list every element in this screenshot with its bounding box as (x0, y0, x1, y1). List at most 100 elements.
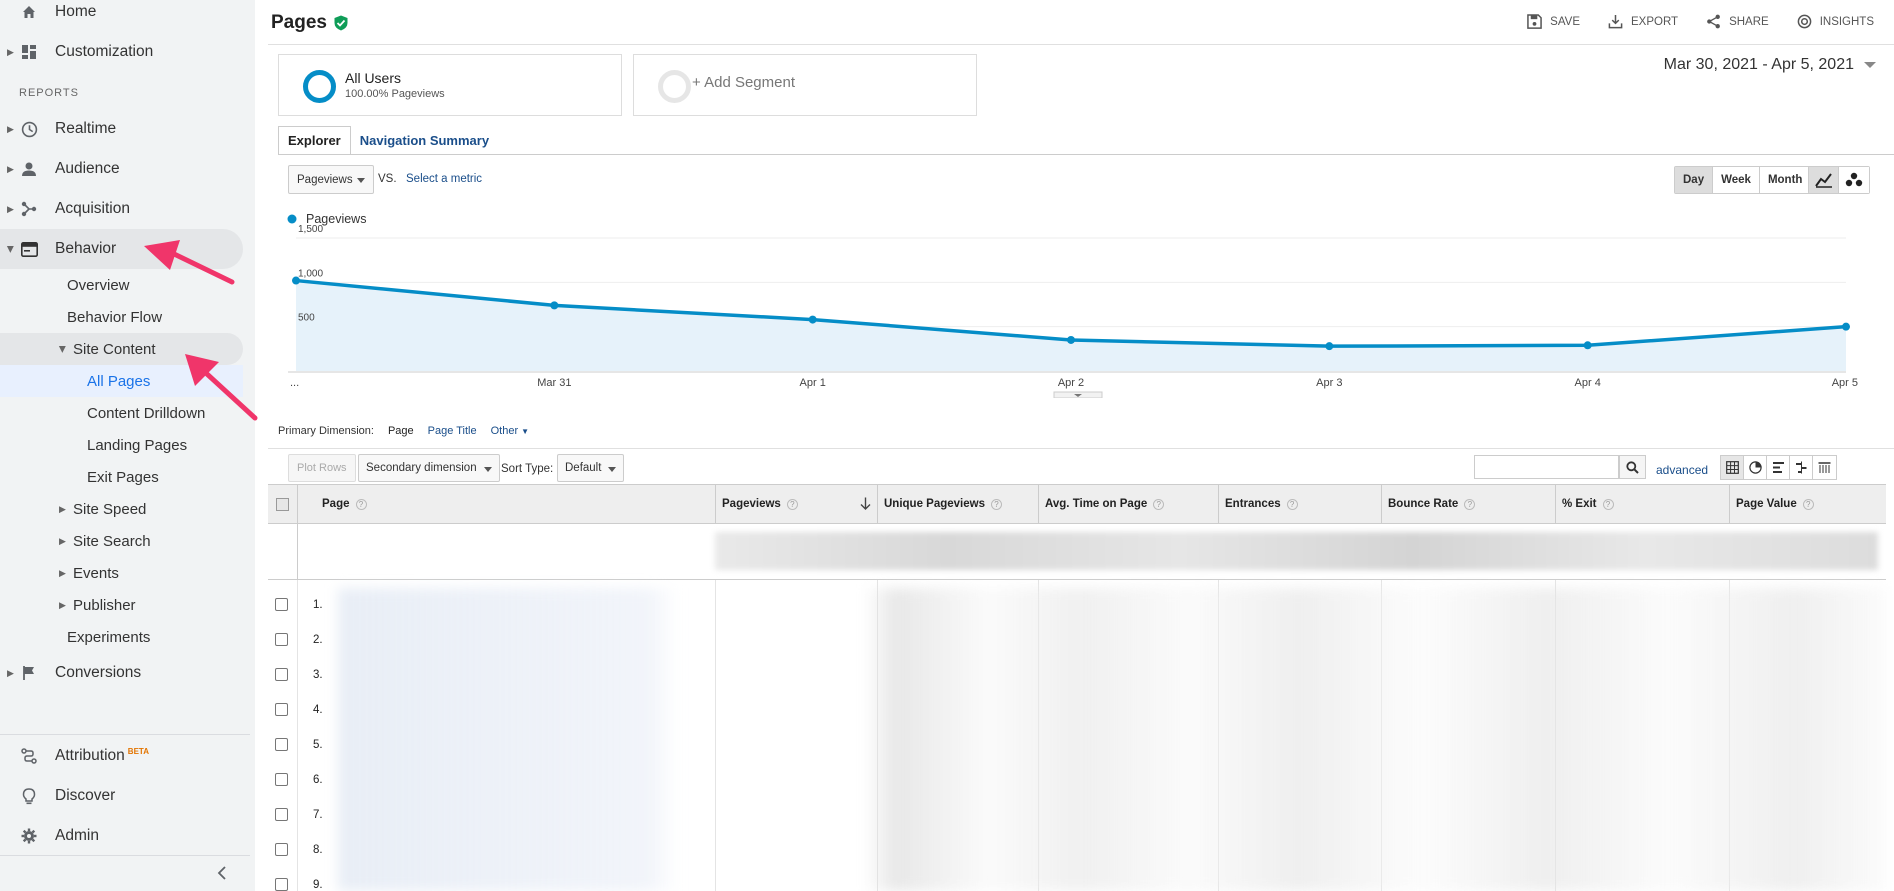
chevron-down-icon (483, 467, 492, 472)
sidebar-item-overview[interactable]: Overview (67, 269, 130, 301)
tab-explorer[interactable]: Explorer (278, 126, 351, 155)
help-icon[interactable]: ? (786, 498, 798, 510)
help-icon[interactable]: ? (1602, 498, 1614, 510)
sidebar-item-admin[interactable]: Admin (0, 816, 243, 856)
sidebar-item-content-drilldown[interactable]: Content Drilldown (87, 397, 205, 429)
sidebar-item-site-search[interactable]: ▶ Site Search (0, 525, 243, 557)
collapse-sidebar-icon[interactable] (216, 866, 228, 885)
tab-label: Navigation Summary (359, 133, 490, 148)
export-button[interactable]: EXPORT (1608, 14, 1678, 29)
sidebar-item-home[interactable]: Home (0, 0, 243, 32)
sidebar-item-landing-pages[interactable]: Landing Pages (87, 429, 187, 461)
dimension-page-title[interactable]: Page Title (428, 425, 477, 437)
column-header-page[interactable]: Page? (297, 485, 715, 523)
sidebar-item-label: Attribution (55, 747, 125, 765)
sidebar-item-label: Behavior (55, 240, 117, 257)
chart: Pageviews 1,500 1,000 500... Mar 31 Apr 1 Apr … (268, 208, 1894, 399)
x-tick-label: Apr 4 (1575, 377, 1601, 389)
advanced-filter-link[interactable]: advanced (1656, 463, 1708, 477)
select-all-checkbox[interactable] (276, 497, 289, 511)
date-range-picker[interactable]: Mar 30, 2021 - Apr 5, 2021 (1664, 56, 1876, 74)
row-checkbox[interactable] (275, 668, 288, 681)
row-checkbox[interactable] (275, 598, 288, 611)
save-icon (1527, 14, 1542, 29)
column-header-pageviews[interactable]: Pageviews? (715, 485, 877, 523)
column-header-page-value[interactable]: Page Value? (1729, 485, 1886, 523)
motion-chart-button[interactable] (1839, 167, 1869, 193)
row-checkbox[interactable] (275, 843, 288, 856)
sidebar-item-conversions[interactable]: ▶ Conversions (0, 653, 243, 693)
sidebar-item-experiments[interactable]: Experiments (67, 621, 150, 653)
sidebar-item-realtime[interactable]: ▶ Realtime (0, 109, 243, 149)
insights-button[interactable]: INSIGHTS (1797, 14, 1874, 29)
row-checkbox[interactable] (275, 703, 288, 716)
sidebar-item-behavior[interactable]: ▶ Behavior (0, 229, 243, 269)
period-day-button[interactable]: Day (1675, 167, 1714, 193)
column-header-exit[interactable]: % Exit? (1555, 485, 1729, 523)
segment-all-users[interactable]: All Users 100.00% Pageviews (278, 54, 622, 116)
help-icon[interactable]: ? (990, 498, 1002, 510)
y-tick-label: 500 (298, 313, 315, 324)
home-icon (20, 3, 38, 21)
help-icon[interactable]: ? (1153, 498, 1165, 510)
sidebar-item-customization[interactable]: ▶ Customization (0, 32, 243, 72)
sidebar-item-behavior-flow[interactable]: Behavior Flow (67, 301, 162, 333)
add-segment-button[interactable]: + Add Segment (633, 54, 977, 116)
line-chart-button[interactable] (1809, 167, 1839, 193)
column-header-unique-pageviews[interactable]: Unique Pageviews? (877, 485, 1038, 523)
column-header-entrances[interactable]: Entrances? (1218, 485, 1381, 523)
share-icon (1707, 14, 1720, 29)
column-header-avg-time-on-page[interactable]: Avg. Time on Page? (1038, 485, 1218, 523)
view-performance-button[interactable] (1767, 456, 1790, 479)
sidebar-item-discover[interactable]: Discover (0, 776, 243, 816)
secondary-dimension-select[interactable]: Secondary dimension (358, 454, 500, 482)
save-button[interactable]: SAVE (1527, 14, 1580, 29)
row-checkbox[interactable] (275, 773, 288, 786)
table-search-button[interactable] (1619, 455, 1646, 479)
x-tick-label: Apr 3 (1316, 377, 1342, 389)
legend-marker (287, 214, 297, 224)
row-checkbox[interactable] (275, 878, 288, 891)
share-button[interactable]: SHARE (1706, 14, 1769, 29)
metric-select[interactable]: Pageviews (288, 165, 374, 194)
help-icon[interactable]: ? (1464, 498, 1476, 510)
sidebar-item-site-speed[interactable]: ▶ Site Speed (0, 493, 243, 525)
segment-subtitle: 100.00% Pageviews (345, 88, 445, 100)
sidebar-item-events[interactable]: ▶ Events (0, 557, 243, 589)
table-row: 5. (268, 728, 1886, 763)
sidebar-item-exit-pages[interactable]: Exit Pages (87, 461, 159, 493)
table-totals-row (268, 524, 1886, 580)
sidebar-item-all-pages[interactable]: All Pages (0, 365, 243, 397)
select-metric-link[interactable]: Select a metric (406, 173, 482, 185)
plot-rows-button[interactable]: Plot Rows (288, 454, 356, 482)
data-point (550, 301, 559, 310)
dimension-page[interactable]: Page (388, 425, 414, 437)
row-checkbox[interactable] (275, 633, 288, 646)
view-data-table-button[interactable] (1721, 456, 1744, 479)
period-week-button[interactable]: Week (1713, 167, 1760, 193)
sidebar-item-site-content[interactable]: ▶ Site Content (0, 333, 243, 365)
sidebar-item-acquisition[interactable]: ▶ Acquisition (0, 189, 243, 229)
sidebar-item-label: Acquisition (55, 200, 130, 217)
dimension-other[interactable]: Other ▼ (491, 425, 530, 437)
table-search-input[interactable] (1474, 455, 1619, 479)
row-checkbox[interactable] (275, 808, 288, 821)
help-icon[interactable]: ? (1286, 498, 1298, 510)
view-pivot-button[interactable] (1813, 456, 1836, 479)
column-header-bounce-rate[interactable]: Bounce Rate? (1381, 485, 1555, 523)
row-checkbox[interactable] (275, 738, 288, 751)
sidebar-item-attribution[interactable]: Attribution BETA (0, 736, 243, 776)
view-comparison-button[interactable] (1790, 456, 1813, 479)
caret-right-icon: ▶ (59, 567, 66, 578)
sort-type-select[interactable]: Default (557, 454, 625, 482)
tab-navigation-summary[interactable]: Navigation Summary (351, 126, 498, 155)
sidebar-item-label: Publisher (73, 596, 136, 614)
main-content: Pages SAVE EXPORT SHARE INSIGHTS All Use… (268, 0, 1894, 891)
help-icon[interactable]: ? (1802, 498, 1814, 510)
view-pie-button[interactable] (1744, 456, 1767, 479)
caret-right-icon: ▶ (59, 599, 66, 610)
sidebar-item-audience[interactable]: ▶ Audience (0, 149, 243, 189)
sidebar-item-publisher[interactable]: ▶ Publisher (0, 589, 243, 621)
period-month-button[interactable]: Month (1759, 167, 1811, 193)
help-icon[interactable]: ? (355, 498, 367, 510)
